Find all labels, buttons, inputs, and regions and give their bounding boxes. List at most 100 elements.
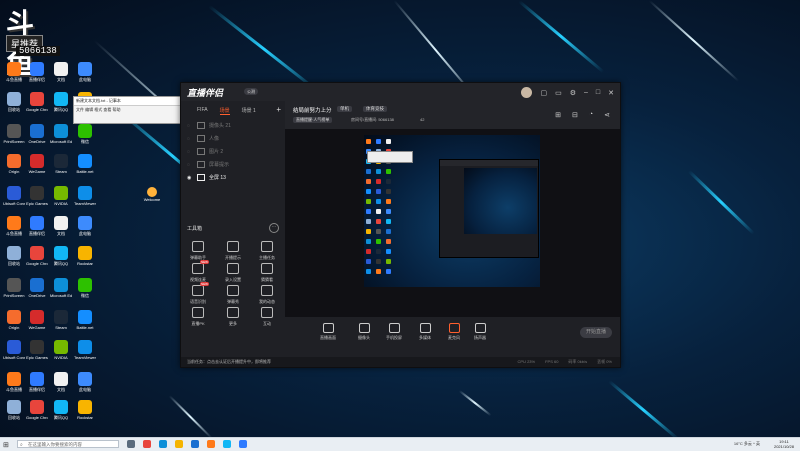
task-view-icon[interactable] [127, 440, 135, 448]
notepad-menu[interactable]: 文件 编辑 格式 查看 帮助 [74, 106, 180, 114]
stream-preview[interactable] [285, 129, 620, 317]
gift-icon[interactable]: ⊟ [572, 111, 578, 119]
scene-item[interactable]: ◌ 屏幕提示 [181, 158, 285, 171]
toolbox-item[interactable]: 猜猜看 [250, 263, 284, 283]
desktop-icon[interactable]: WeGame [26, 310, 48, 330]
tab-scene[interactable]: 场景 [219, 107, 230, 115]
eye-icon[interactable]: ◌ [187, 123, 193, 129]
desktop-icon[interactable]: TeamViewer [74, 340, 96, 360]
desktop-icon[interactable]: Rockstar [74, 246, 96, 266]
toolbox-item[interactable]: 更多 [216, 307, 250, 327]
system-tray[interactable]: 16°C 多云 ^ 英 [734, 441, 760, 447]
scene-item[interactable]: ◌ 人像 [181, 132, 285, 145]
desktop-icon[interactable]: Google Chrome [26, 246, 48, 266]
desktop-icon[interactable]: Ubisoft Connect [3, 186, 25, 206]
desktop-icon[interactable]: 文档 [50, 62, 72, 82]
desktop-icon[interactable]: OneDrive [26, 278, 48, 298]
desktop-icon[interactable]: Origin [3, 154, 25, 174]
desktop-icon[interactable]: Google Chrome [26, 92, 48, 112]
lock-icon[interactable]: ⊞ [555, 111, 561, 119]
room-tag[interactable]: 直播提醒·人气榜单 [293, 117, 333, 123]
desktop-icon[interactable]: Microsoft Edge [50, 124, 72, 144]
clock[interactable]: 19:11 2021/10/28 [774, 439, 794, 449]
desktop-icon[interactable]: Rockstar [74, 400, 96, 420]
desktop-icon[interactable]: 此电脑 [74, 216, 96, 236]
room-title[interactable]: 结局前努力上分 [293, 106, 332, 114]
store-icon[interactable] [191, 440, 199, 448]
desktop-icon[interactable]: 微信 [74, 124, 96, 144]
desktop-icon[interactable]: 回收站 [3, 92, 25, 112]
desktop-icon[interactable]: 此电脑 [74, 372, 96, 392]
eye-icon[interactable]: ◉ [187, 175, 193, 181]
desktop-icon[interactable]: 文档 [50, 216, 72, 236]
desktop-icon[interactable]: 斗鱼直播 [3, 372, 25, 392]
desktop-icon[interactable]: NVIDIA [50, 186, 72, 206]
toolbox-item[interactable]: 语音识别 NEW [181, 282, 215, 305]
go-live-button[interactable]: 开始直播 [580, 327, 612, 338]
notification-icon[interactable]: ▭ [555, 89, 562, 97]
qq-icon[interactable] [223, 440, 231, 448]
phone-cast-button[interactable]: 手机投屏 [381, 323, 407, 341]
notepad-window[interactable]: 新建文本文档.txt - 记事本 文件 编辑 格式 查看 帮助 [73, 96, 181, 124]
desktop-icon[interactable]: 斗鱼直播 [3, 62, 25, 82]
shirt-icon[interactable]: ▢ [540, 89, 547, 97]
toolbox-item[interactable]: 弹幕秀 [216, 285, 250, 305]
toolbox-item[interactable]: 开播提示 [216, 241, 250, 261]
desktop-icon[interactable]: NVIDIA [50, 340, 72, 360]
explorer-icon[interactable] [175, 440, 183, 448]
desktop-icon[interactable]: Epic Games [26, 340, 48, 360]
desktop-icon[interactable]: Battle.net [74, 154, 96, 174]
eye-icon[interactable]: ◌ [187, 136, 193, 142]
edge-icon[interactable] [159, 440, 167, 448]
welcome-icon[interactable]: Welcome [143, 187, 161, 202]
category-badge[interactable]: 单机 [337, 106, 352, 112]
desktop-icon[interactable]: PrintScreen [3, 278, 25, 298]
desktop-icon[interactable]: 腾讯QQ [50, 400, 72, 420]
desktop-icon[interactable]: Google Chrome [26, 400, 48, 420]
settings-icon[interactable]: ⚙ [570, 89, 576, 97]
eye-icon[interactable]: ◌ [187, 162, 193, 168]
douyu-taskbar-icon[interactable] [207, 440, 215, 448]
desktop-icon[interactable]: Epic Games [26, 186, 48, 206]
toolbox-item[interactable]: 直播PK [181, 307, 215, 327]
toolbox-item[interactable]: 互动 [250, 307, 284, 327]
scene-item[interactable]: ◌ 摄像头 21 [181, 119, 285, 132]
desktop-icon[interactable]: 腾讯QQ [50, 92, 72, 112]
taskbar-search-input[interactable]: ⌕ 在这里输入你要搜索的内容 [17, 440, 119, 448]
app-titlebar[interactable]: 直播伴侣 公测 ▢ ▭ ⚙ – □ ✕ [181, 83, 620, 101]
desktop-icon[interactable]: 文档 [50, 372, 72, 392]
eye-icon[interactable]: ◌ [187, 149, 193, 155]
media-button[interactable]: 多媒体 [412, 323, 438, 341]
desktop-icon[interactable]: Battle.net [74, 310, 96, 330]
add-scene-button[interactable]: + [276, 105, 281, 114]
maximize-icon[interactable]: □ [596, 89, 600, 96]
desktop-icon[interactable]: Steam [50, 154, 72, 174]
toolbox-item[interactable]: 录入设置 [216, 263, 250, 283]
desktop-icon[interactable]: Microsoft Edge [50, 278, 72, 298]
tab-fifa[interactable]: FIFA [197, 107, 208, 115]
desktop-icon[interactable]: 直播伴侣 [26, 216, 48, 236]
desktop-icon[interactable]: 微信 [74, 278, 96, 298]
desktop-icon[interactable]: 直播伴侣 [26, 62, 48, 82]
desktop-icon[interactable]: PrintScreen [3, 124, 25, 144]
live-companion-window[interactable]: 直播伴侣 公测 ▢ ▭ ⚙ – □ ✕ FIFA 场景 场景 1 + ◌ 摄像头 … [180, 82, 621, 368]
desktop-icon[interactable]: 直播伴侣 [26, 372, 48, 392]
scene-item[interactable]: ◌ 图片 2 [181, 145, 285, 158]
share-icon[interactable]: ⋖ [604, 111, 610, 119]
toolbox-more-button[interactable]: ··· [269, 223, 279, 233]
toolbox-item[interactable]: 视频连麦 NEW [181, 260, 215, 283]
desktop-icon[interactable]: WeGame [26, 154, 48, 174]
windows-start-icon[interactable]: ⊞ [3, 441, 9, 449]
desktop-icon[interactable]: 此电脑 [74, 62, 96, 82]
desktop-icon[interactable]: Origin [3, 310, 25, 330]
speaker-button[interactable]: 扬声器 [467, 323, 493, 341]
desktop-icon[interactable]: Steam [50, 310, 72, 330]
camera-button[interactable]: 摄像头 [351, 323, 377, 341]
minimize-icon[interactable]: – [584, 89, 588, 96]
sub-category-badge[interactable]: 体育竞技 [363, 106, 387, 112]
avatar[interactable] [521, 87, 533, 98]
scene-item[interactable]: ◉ 全屏 13 [181, 171, 285, 184]
tab-scene-1[interactable]: 场景 1 [242, 107, 256, 115]
desktop-icon[interactable]: Ubisoft Connect [3, 340, 25, 360]
desktop-icon[interactable]: 回收站 [3, 400, 25, 420]
